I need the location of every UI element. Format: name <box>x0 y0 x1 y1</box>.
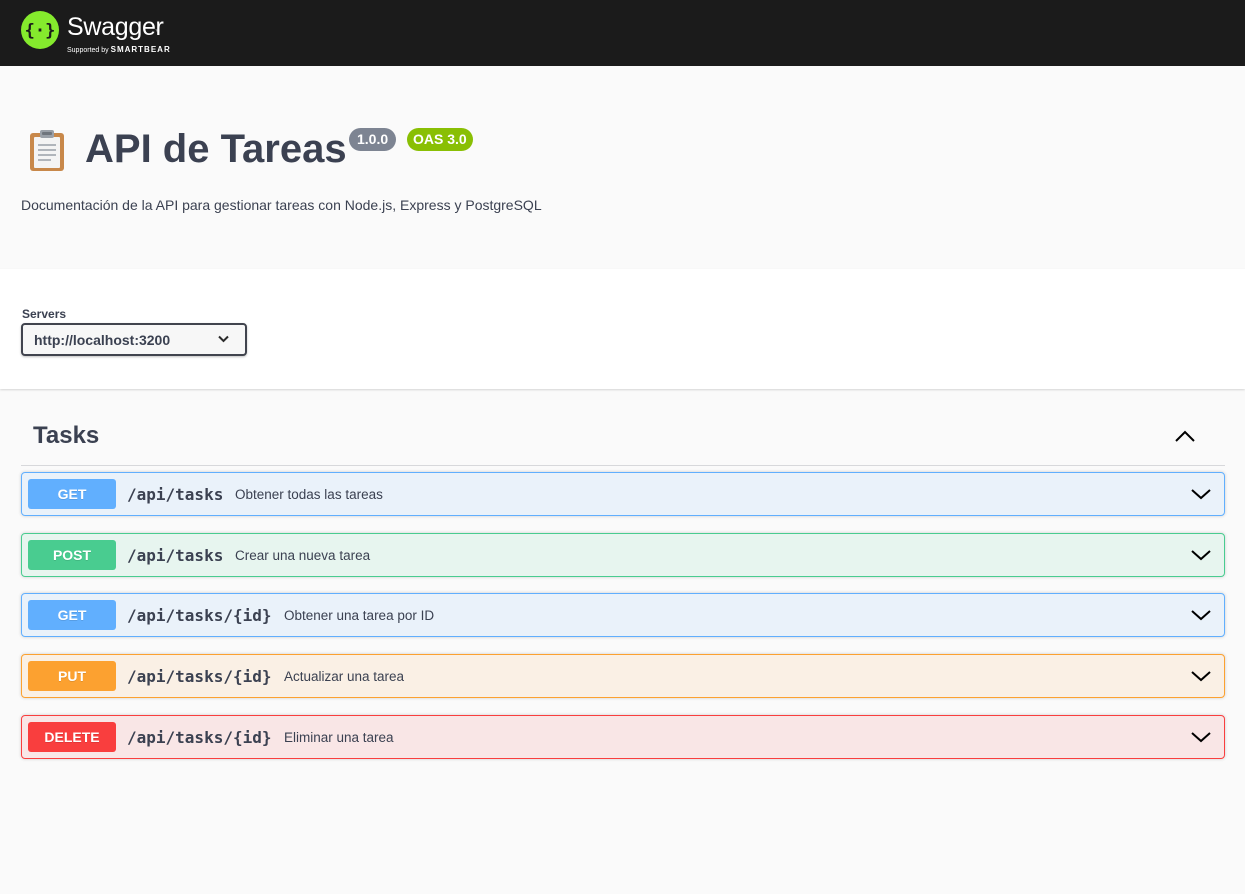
operation-summary: Obtener una tarea por ID <box>284 608 435 623</box>
swagger-logo-icon[interactable]: {·} <box>21 11 59 49</box>
chevron-down-icon[interactable] <box>1190 546 1212 564</box>
opblock-get-task-by-id[interactable]: GET /api/tasks/{id} Obtener una tarea po… <box>21 593 1225 637</box>
tag-title-tasks[interactable]: Tasks <box>33 422 99 450</box>
opblock-get-tasks[interactable]: GET /api/tasks Obtener todas las tareas <box>21 472 1225 516</box>
chevron-down-icon <box>218 335 229 343</box>
tag-divider <box>21 465 1225 466</box>
clipboard-icon <box>27 128 67 172</box>
method-badge-delete: DELETE <box>28 722 116 752</box>
supported-company: SMARTBEAR <box>110 45 171 54</box>
servers-container: Servers http://localhost:3200 <box>0 269 1245 389</box>
method-badge-get: GET <box>28 600 116 630</box>
operation-summary: Obtener todas las tareas <box>235 487 383 502</box>
servers-selected-value: http://localhost:3200 <box>34 332 171 348</box>
chevron-down-icon[interactable] <box>1190 606 1212 624</box>
oas-badge: OAS 3.0 <box>407 128 473 151</box>
operation-path: /api/tasks/{id} <box>127 667 272 686</box>
opblock-put-task[interactable]: PUT /api/tasks/{id} Actualizar una tarea <box>21 654 1225 698</box>
chevron-down-icon[interactable] <box>1190 728 1212 746</box>
chevron-up-icon[interactable] <box>1172 424 1198 450</box>
servers-label: Servers <box>22 307 67 321</box>
chevron-down-icon[interactable] <box>1190 667 1212 685</box>
operation-summary: Eliminar una tarea <box>284 730 394 745</box>
servers-select[interactable]: http://localhost:3200 <box>21 323 247 356</box>
operation-path: /api/tasks <box>127 546 224 565</box>
brand-supported-by: Supported by SMARTBEAR <box>67 45 171 54</box>
operation-summary: Crear una nueva tarea <box>235 548 371 563</box>
brand-name: Swagger <box>67 13 164 41</box>
brand-trademark: ™ <box>155 29 160 35</box>
opblock-delete-task[interactable]: DELETE /api/tasks/{id} Eliminar una tare… <box>21 715 1225 759</box>
supported-prefix: Supported by <box>67 47 109 54</box>
svg-text:{·}: {·} <box>25 21 56 41</box>
opblock-post-tasks[interactable]: POST /api/tasks Crear una nueva tarea <box>21 533 1225 577</box>
chevron-down-icon[interactable] <box>1190 485 1212 503</box>
topbar: {·} Swagger ™ Supported by SMARTBEAR <box>0 0 1245 66</box>
operation-path: /api/tasks/{id} <box>127 606 272 625</box>
method-badge-put: PUT <box>28 661 116 691</box>
method-badge-post: POST <box>28 540 116 570</box>
method-badge-get: GET <box>28 479 116 509</box>
operation-summary: Actualizar una tarea <box>284 669 405 684</box>
version-badge: 1.0.0 <box>349 128 397 151</box>
page-title: API de Tareas <box>85 127 347 171</box>
operation-path: /api/tasks <box>127 485 224 504</box>
operation-path: /api/tasks/{id} <box>127 728 272 747</box>
api-description: Documentación de la API para gestionar t… <box>21 197 542 213</box>
